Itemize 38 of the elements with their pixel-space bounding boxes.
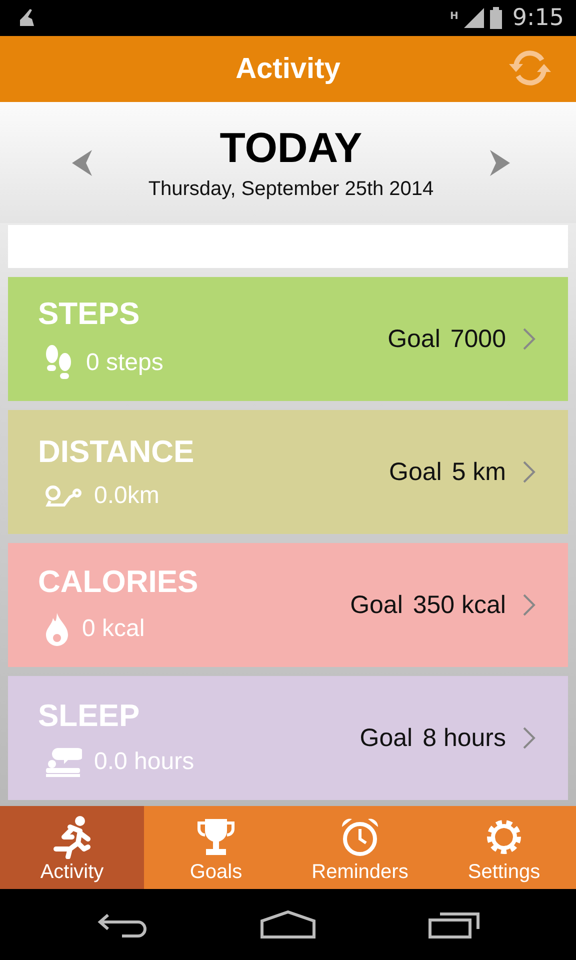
date-label: Thursday, September 25th 2014 — [148, 178, 434, 202]
screen-title: Activity — [236, 52, 340, 86]
home-icon — [260, 910, 316, 940]
sync-icon — [506, 48, 554, 88]
metric-title: CALORIES — [38, 564, 198, 600]
recent-apps-button[interactable] — [428, 910, 480, 939]
metric-value: 0 kcal — [82, 615, 145, 644]
day-title: TODAY — [220, 124, 362, 172]
network-type: H — [450, 11, 458, 22]
chevron-right-icon — [522, 593, 536, 618]
route-icon — [44, 483, 82, 510]
goal-label: Goal — [388, 324, 440, 354]
runner-icon — [52, 815, 92, 860]
goal-value: 8 hours — [422, 724, 506, 753]
goal-value: 5 km — [452, 458, 506, 487]
metric-card[interactable]: STEPS 0 steps Goal 7000 — [8, 277, 568, 402]
nav-tab[interactable]: Activity — [0, 806, 144, 890]
bed-icon — [44, 746, 82, 778]
flame-icon — [44, 612, 70, 646]
goal-label: Goal — [389, 458, 442, 487]
metric-card[interactable]: CALORIES 0 kcal Goal 350 kcal — [8, 543, 568, 668]
metric-card[interactable]: DISTANCE 0.0km Goal 5 km — [8, 410, 568, 534]
signal-icon — [464, 8, 484, 28]
metric-value: 0.0km — [94, 482, 160, 510]
metric-value: 0 steps — [86, 349, 164, 378]
chevron-right-icon — [522, 327, 536, 352]
chevron-right-icon — [522, 726, 536, 750]
recent-apps-icon — [428, 910, 480, 939]
goal-label: Goal — [360, 724, 413, 753]
metric-title: DISTANCE — [38, 434, 194, 470]
chevron-right-icon — [522, 460, 536, 484]
metric-title: STEPS — [38, 296, 141, 332]
goal-value: 350 kcal — [412, 590, 506, 620]
goal-value: 7000 — [450, 324, 506, 354]
battery-icon — [490, 7, 502, 30]
home-button[interactable] — [260, 910, 316, 940]
clock-time: 9:15 — [512, 5, 564, 32]
goal-label: Goal — [350, 590, 403, 620]
